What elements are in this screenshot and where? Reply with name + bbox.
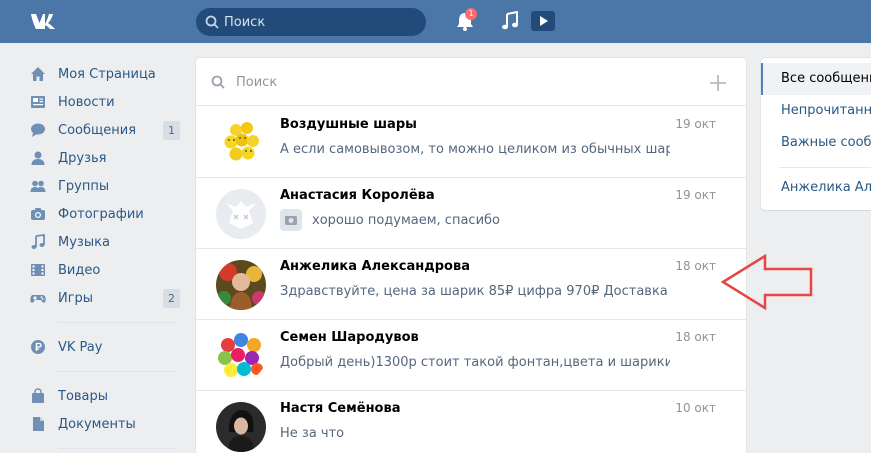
camera-icon (285, 216, 297, 225)
nav-label: VK Pay (58, 339, 103, 355)
nav-item-music[interactable]: Музыка (30, 228, 180, 256)
dialog-row[interactable]: Анжелика Александрова 18 окт Здравствуйт… (196, 249, 746, 320)
music-icon[interactable] (500, 11, 520, 31)
nav-item-photos[interactable]: Фотографии (30, 200, 180, 228)
bag-icon (30, 388, 46, 404)
messages-icon (30, 122, 46, 138)
dialog-name: Анжелика Александрова (280, 259, 470, 274)
nav-item-games[interactable]: Игры 2 (30, 284, 180, 312)
dialog-preview: А если самовывозом, то можно целиком из … (280, 142, 670, 157)
dialogs-search-bar (196, 58, 746, 106)
dialogs-search-input[interactable] (236, 73, 536, 91)
nav-label: Игры (58, 290, 94, 306)
nav-item-video[interactable]: Видео (30, 256, 180, 284)
nav-item-groups[interactable]: Группы (30, 172, 180, 200)
messages-filter-panel: Все сообщения Непрочитанные Важные сообщ… (761, 58, 871, 210)
dialog-row[interactable]: Семен Шародувов 18 окт Добрый день)1300р… (196, 320, 746, 391)
dialog-preview: Здравствуйте, цена за шарик 85₽ цифра 97… (280, 284, 670, 299)
news-icon (30, 94, 46, 110)
nav-item-news[interactable]: Новости (30, 88, 180, 116)
document-icon (30, 416, 46, 432)
avatar (216, 260, 266, 310)
top-header: 1 (0, 0, 871, 43)
dialog-date: 10 окт (675, 401, 716, 415)
nav-label: Документы (58, 416, 136, 432)
dialog-row[interactable]: Настя Семёнова 10 окт Не за что (196, 391, 746, 453)
messages-count-badge: 1 (163, 121, 180, 140)
music-note-icon (30, 234, 46, 250)
nav-label: Группы (58, 178, 110, 194)
search-icon (211, 75, 225, 89)
dialog-preview: Добрый день)1300р стоит такой фонтан,цве… (280, 355, 670, 370)
nav-label: Моя Страница (58, 66, 156, 82)
messages-panel: Воздушные шары 19 окт А если самовывозом… (196, 58, 746, 453)
dialog-name: Настя Семёнова (280, 401, 401, 416)
nav-label: Видео (58, 262, 101, 278)
vk-logo[interactable] (30, 11, 60, 36)
sender-avatar-thumb (280, 209, 302, 231)
avatar (216, 118, 266, 168)
nav-item-vkpay[interactable]: VK Pay (30, 333, 180, 361)
dialog-row[interactable]: Анастасия Королёва 19 окт хорошо подумае… (196, 178, 746, 249)
filter-important[interactable]: Важные сообщения (761, 127, 871, 159)
dialog-date: 18 окт (675, 330, 716, 344)
vk-logo-icon (31, 14, 55, 29)
dialog-name: Анастасия Королёва (280, 188, 435, 203)
header-search[interactable] (196, 8, 426, 36)
nav-item-my-page[interactable]: Моя Страница (30, 60, 180, 88)
avatar (216, 331, 266, 381)
nav-label: Новости (58, 94, 115, 110)
dialog-row[interactable]: Воздушные шары 19 окт А если самовывозом… (196, 107, 746, 178)
notification-badge: 1 (465, 8, 477, 20)
header-search-input[interactable] (224, 13, 414, 31)
dialog-preview: Не за что (280, 426, 345, 441)
filter-unread[interactable]: Непрочитанные (761, 95, 871, 127)
nav-item-friends[interactable]: Друзья (30, 144, 180, 172)
groups-icon (30, 178, 46, 194)
nav-label: Сообщения (58, 122, 137, 138)
nav-item-docs[interactable]: Документы (30, 410, 180, 438)
new-message-plus-icon[interactable] (709, 74, 727, 92)
red-arrow-annotation (720, 253, 813, 311)
friends-icon (30, 150, 46, 166)
nav-divider (58, 322, 176, 323)
dialog-date: 18 окт (675, 259, 716, 273)
play-button[interactable] (531, 11, 555, 31)
home-icon (30, 66, 46, 82)
avatar (216, 189, 266, 239)
filter-contact[interactable]: Анжелика Александрова (761, 172, 871, 204)
dialog-preview: хорошо подумаем, спасибо (312, 213, 500, 228)
games-count-badge: 2 (163, 289, 180, 308)
dialog-name: Воздушные шары (280, 117, 417, 132)
ruble-icon (30, 339, 46, 355)
filter-all-messages[interactable]: Все сообщения (761, 63, 871, 95)
nav-item-goods[interactable]: Товары (30, 382, 180, 410)
play-icon (540, 16, 548, 26)
avatar (216, 402, 266, 452)
nav-divider (58, 371, 176, 372)
dialog-date: 19 окт (675, 117, 716, 131)
dialog-date: 19 окт (675, 188, 716, 202)
nav-divider (58, 448, 176, 449)
nav-label: Друзья (58, 150, 107, 166)
nav-label: Товары (58, 388, 109, 404)
filter-divider (779, 167, 871, 168)
search-icon (205, 15, 219, 29)
left-nav: Моя Страница Новости Сообщения 1 Друзья … (30, 60, 180, 453)
camera-icon (30, 206, 46, 222)
dialog-name: Семен Шародувов (280, 330, 419, 345)
nav-label: Музыка (58, 234, 110, 250)
nav-item-messages[interactable]: Сообщения 1 (30, 116, 180, 144)
nav-label: Фотографии (58, 206, 144, 222)
gamepad-icon (30, 290, 46, 306)
film-icon (30, 262, 46, 278)
